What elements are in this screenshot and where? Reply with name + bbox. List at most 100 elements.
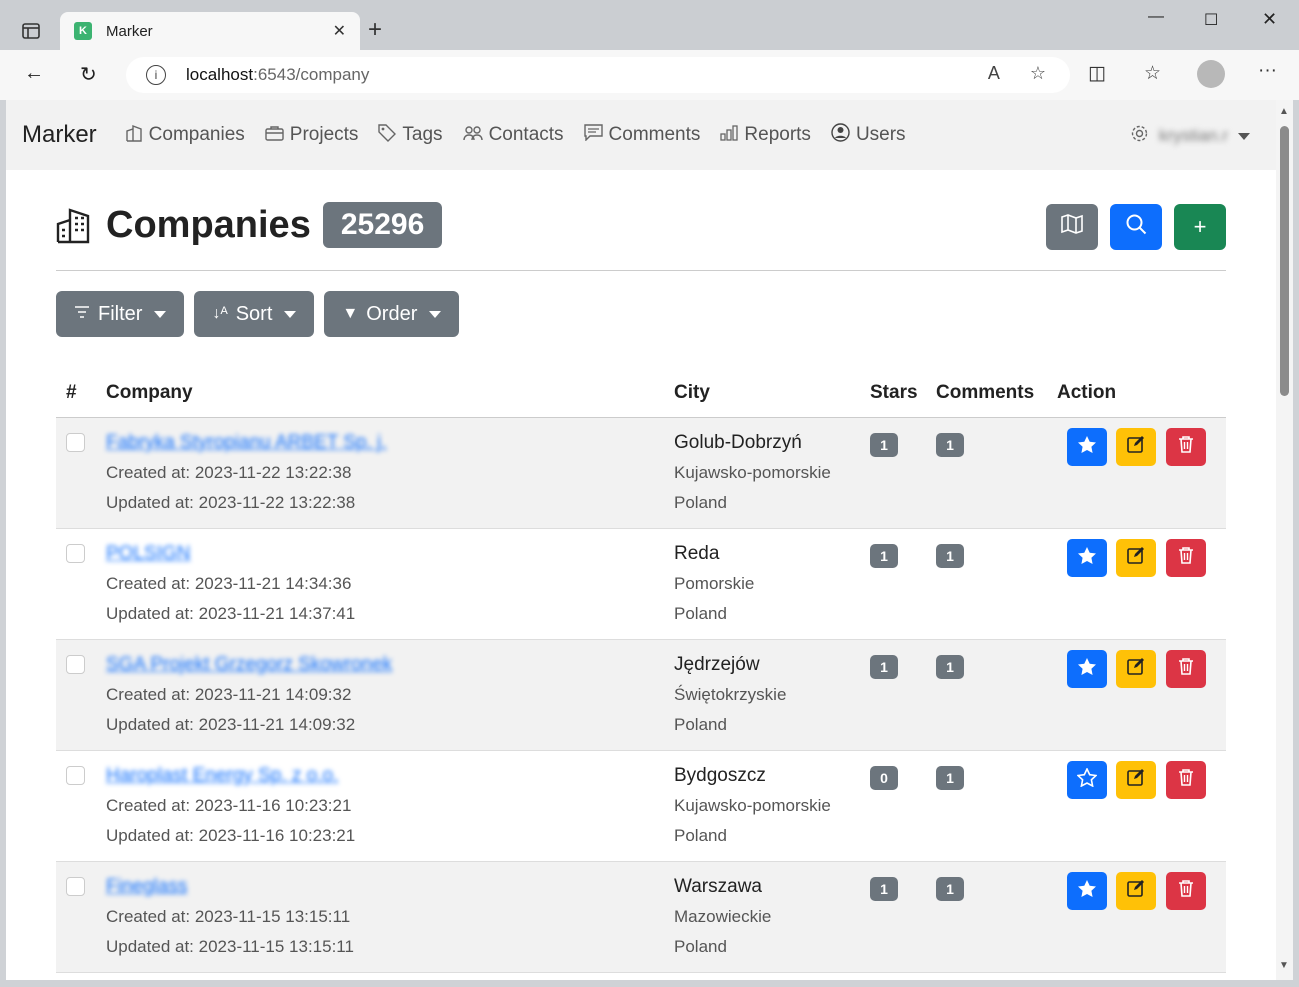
close-tab-icon[interactable]: ✕ bbox=[333, 21, 346, 41]
company-link[interactable]: Fineglass bbox=[106, 876, 187, 898]
close-window-icon[interactable]: ✕ bbox=[1262, 9, 1277, 30]
brand[interactable]: Marker bbox=[22, 121, 97, 149]
trash-icon bbox=[1178, 768, 1194, 792]
updated-at: Updated at: 2023-11-22 13:22:38 bbox=[106, 493, 356, 512]
region: Mazowieckie bbox=[674, 907, 772, 926]
back-icon[interactable]: ← bbox=[24, 62, 44, 85]
reload-icon[interactable]: ↻ bbox=[80, 62, 97, 87]
created-at: Created at: 2023-11-21 14:09:32 bbox=[106, 685, 352, 704]
nav-link-label: Contacts bbox=[488, 124, 564, 145]
page-scrollbar[interactable]: ▲ ▼ bbox=[1276, 100, 1293, 980]
comments-badge: 1 bbox=[936, 655, 964, 679]
split-screen-icon[interactable]: ◫ bbox=[1088, 62, 1106, 85]
user-menu[interactable]: krystian.r bbox=[1130, 124, 1250, 148]
search-button[interactable] bbox=[1110, 204, 1162, 250]
profile-avatar-icon[interactable] bbox=[1197, 60, 1225, 88]
divider bbox=[56, 270, 1226, 271]
region: Kujawsko-pomorskie bbox=[674, 463, 831, 482]
filter-dropdown-button[interactable]: Filter bbox=[56, 291, 185, 337]
col-city[interactable]: City bbox=[674, 382, 710, 404]
map-button[interactable] bbox=[1046, 204, 1098, 250]
table-row: POLSIGN Created at: 2023-11-21 14:34:36 Up… bbox=[56, 529, 1226, 640]
star-button[interactable] bbox=[1067, 650, 1107, 688]
header-actions: + bbox=[1046, 204, 1226, 250]
country: Poland bbox=[674, 493, 727, 512]
table-header: # Company City Stars Comments Action bbox=[56, 380, 1226, 418]
star-button[interactable] bbox=[1067, 539, 1107, 577]
page-heading: Companies 25296 bbox=[56, 202, 443, 248]
minimize-icon[interactable]: — bbox=[1148, 8, 1164, 26]
maximize-icon[interactable]: ☐ bbox=[1204, 10, 1218, 30]
order-dropdown-button[interactable]: ▼ Order bbox=[324, 291, 460, 337]
updated-at: Updated at: 2023-11-21 14:09:32 bbox=[106, 715, 356, 734]
star-button[interactable] bbox=[1067, 872, 1107, 910]
scroll-down-icon[interactable]: ▼ bbox=[1279, 960, 1289, 971]
stars-badge: 1 bbox=[870, 544, 898, 568]
new-tab-icon[interactable]: + bbox=[368, 16, 382, 44]
favorite-star-icon[interactable]: ☆ bbox=[1030, 63, 1046, 84]
col-comments[interactable]: Comments bbox=[936, 382, 1034, 404]
company-link[interactable]: POLSIGN bbox=[106, 543, 190, 565]
url-path: :6543/company bbox=[253, 65, 370, 84]
edit-button[interactable] bbox=[1116, 872, 1156, 910]
delete-button[interactable] bbox=[1166, 428, 1206, 466]
nav-link-label: Comments bbox=[608, 124, 701, 145]
row-checkbox[interactable] bbox=[66, 877, 85, 896]
delete-button[interactable] bbox=[1166, 539, 1206, 577]
trash-icon bbox=[1178, 879, 1194, 903]
person-circle-icon bbox=[831, 123, 850, 147]
nav-link-companies[interactable]: Companies bbox=[125, 124, 245, 147]
sort-dropdown-button[interactable]: ↓ᴬ Sort bbox=[194, 291, 315, 337]
stars-badge: 0 bbox=[870, 766, 898, 790]
star-button[interactable] bbox=[1067, 428, 1107, 466]
row-checkbox[interactable] bbox=[66, 433, 85, 452]
company-link[interactable]: Haroplast Energy Sp. z o.o. bbox=[106, 765, 338, 787]
edit-button[interactable] bbox=[1116, 761, 1156, 799]
col-number: # bbox=[66, 382, 77, 403]
col-company[interactable]: Company bbox=[106, 382, 193, 404]
nav-link-tags[interactable]: Tags bbox=[378, 123, 443, 147]
delete-button[interactable] bbox=[1166, 761, 1206, 799]
col-stars[interactable]: Stars bbox=[870, 382, 918, 404]
edit-button[interactable] bbox=[1116, 539, 1156, 577]
url-field[interactable]: i localhost:6543/company A ☆ bbox=[126, 57, 1070, 93]
page-title: Companies bbox=[106, 203, 311, 246]
trash-icon bbox=[1178, 546, 1194, 570]
nav-link-comments[interactable]: Comments bbox=[583, 124, 701, 146]
trash-icon bbox=[1178, 657, 1194, 681]
edit-icon bbox=[1127, 768, 1145, 792]
plus-icon: + bbox=[1193, 214, 1207, 239]
nav-link-projects[interactable]: Projects bbox=[265, 124, 358, 146]
company-link[interactable]: SGA Projekt Grzegorz Skowronek bbox=[106, 654, 392, 676]
filter-toolbar: Filter ↓ᴬ Sort ▼ Order bbox=[56, 291, 460, 337]
read-aloud-icon[interactable]: A bbox=[988, 63, 1000, 84]
scroll-up-icon[interactable]: ▲ bbox=[1279, 106, 1289, 117]
tab-actions-icon[interactable] bbox=[14, 18, 48, 44]
nav-link-label: Reports bbox=[744, 124, 811, 145]
more-menu-icon[interactable]: ··· bbox=[1258, 60, 1277, 82]
chevron-down-icon bbox=[284, 310, 297, 318]
edit-button[interactable] bbox=[1116, 428, 1156, 466]
scrollbar-thumb[interactable] bbox=[1280, 126, 1289, 396]
delete-button[interactable] bbox=[1166, 872, 1206, 910]
caret-down-icon: ▼ bbox=[342, 305, 359, 322]
city: Warszawa bbox=[674, 876, 762, 897]
row-checkbox[interactable] bbox=[66, 766, 85, 785]
delete-button[interactable] bbox=[1166, 650, 1206, 688]
edit-icon bbox=[1127, 435, 1145, 459]
nav-link-users[interactable]: Users bbox=[831, 123, 906, 147]
search-icon bbox=[1126, 214, 1147, 241]
nav-link-contacts[interactable]: Contacts bbox=[462, 124, 564, 146]
star-button[interactable] bbox=[1067, 761, 1107, 799]
row-checkbox[interactable] bbox=[66, 655, 85, 674]
country: Poland bbox=[674, 826, 727, 845]
nav-link-reports[interactable]: Reports bbox=[720, 124, 811, 146]
company-link[interactable]: Fabryka Styropianu ARBET Sp. j. bbox=[106, 432, 387, 454]
edit-icon bbox=[1127, 546, 1145, 570]
add-company-button[interactable]: + bbox=[1174, 204, 1226, 250]
site-info-icon[interactable]: i bbox=[146, 65, 166, 85]
favorites-icon[interactable]: ☆ bbox=[1144, 62, 1161, 85]
browser-tab[interactable]: K Marker ✕ bbox=[60, 12, 360, 50]
edit-button[interactable] bbox=[1116, 650, 1156, 688]
row-checkbox[interactable] bbox=[66, 544, 85, 563]
